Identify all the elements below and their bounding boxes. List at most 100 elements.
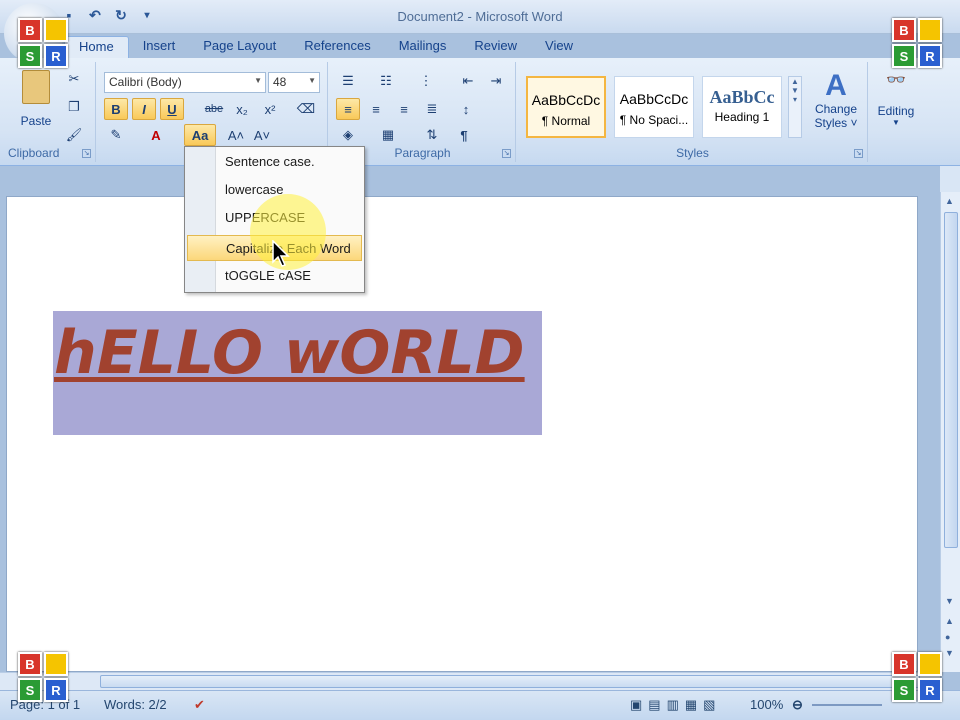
square-b: B	[18, 652, 42, 676]
square-y	[918, 652, 942, 676]
copy-icon[interactable]: ❐	[62, 96, 86, 118]
chevron-down-icon: ▼	[308, 76, 316, 85]
font-name-combo[interactable]: Calibri (Body) ▼	[104, 72, 266, 93]
square-r: R	[44, 678, 68, 702]
styles-scroll[interactable]: ▲ ▼ ▾	[788, 76, 802, 138]
shrink-font-button[interactable]: A˅	[250, 124, 274, 146]
clear-formatting-icon[interactable]: ⌫	[294, 98, 318, 120]
chevron-down-icon: ▼	[892, 118, 900, 127]
style-sample: AaBbCс	[709, 87, 775, 107]
zoom-level[interactable]: 100%	[750, 697, 783, 712]
horizontal-scroll-thumb[interactable]	[100, 675, 920, 688]
styles-launcher-icon[interactable]: ↘	[854, 149, 863, 158]
chevron-down-icon: ▼	[254, 76, 262, 85]
grow-font-button[interactable]: A˄	[224, 124, 248, 146]
editing-group: 👓 Editing ▼	[870, 62, 922, 162]
previous-page-icon[interactable]: ▲	[945, 616, 954, 626]
multilevel-list-icon[interactable]: ⋮	[414, 70, 438, 92]
clipboard-launcher-icon[interactable]: ↘	[82, 149, 91, 158]
numbering-icon[interactable]: ☷	[374, 70, 398, 92]
style-name: Heading 1	[714, 110, 770, 124]
align-center-icon[interactable]: ≡	[364, 98, 388, 120]
change-styles-button[interactable]: A Change Styles ˅	[808, 69, 864, 131]
style-heading-1[interactable]: AaBbCс Heading 1	[702, 76, 782, 138]
ribbon-tabs: Home Insert Page Layout References Maili…	[64, 36, 587, 58]
square-b: B	[18, 18, 42, 42]
square-y	[44, 652, 68, 676]
tab-insert[interactable]: Insert	[129, 36, 190, 58]
square-b: B	[892, 18, 916, 42]
increase-indent-icon[interactable]: ⇥	[484, 70, 508, 92]
scroll-up-icon[interactable]: ▲	[945, 196, 954, 206]
font-name-value: Calibri (Body)	[109, 75, 182, 89]
word-count[interactable]: Words: 2/2	[104, 697, 167, 712]
borders-icon[interactable]: ▦	[376, 124, 400, 146]
square-s: S	[18, 44, 42, 68]
proofing-icon[interactable]: ✔	[194, 697, 205, 713]
view-ruler-icon[interactable]	[940, 166, 960, 192]
sort-icon[interactable]: ⇅	[420, 124, 444, 146]
justify-icon[interactable]: ≣	[420, 98, 444, 120]
style-no-spacing[interactable]: AaBbCcDc ¶ No Spaci...	[614, 76, 694, 138]
tab-page-layout[interactable]: Page Layout	[189, 36, 290, 58]
tab-review[interactable]: Review	[460, 36, 531, 58]
overlay-squares-bottom-right: B S R	[892, 652, 942, 702]
underline-button[interactable]: U	[160, 98, 184, 120]
format-painter-icon[interactable]: 🖌	[62, 124, 86, 146]
style-sample: AaBbCcDc	[619, 91, 689, 107]
menu-item-sentence-case[interactable]: Sentence case.	[187, 149, 362, 175]
text-highlight-icon[interactable]: ✎	[104, 124, 128, 146]
binoculars-icon: 👓	[886, 72, 906, 89]
font-size-combo[interactable]: 48 ▼	[268, 72, 320, 93]
mouse-cursor-icon	[272, 240, 290, 267]
square-b: B	[892, 652, 916, 676]
paste-label: Paste	[20, 114, 52, 128]
view-buttons[interactable]: ▣▤▥▦▧	[630, 697, 721, 713]
next-page-icon[interactable]: ▼	[945, 648, 954, 658]
style-normal[interactable]: AaBbCcDc ¶ Normal	[526, 76, 606, 138]
change-styles-label-2: Styles ˅	[814, 116, 858, 130]
zoom-slider[interactable]	[812, 704, 882, 706]
cut-icon[interactable]: ✂	[62, 68, 86, 90]
italic-button[interactable]: I	[132, 98, 156, 120]
tab-view[interactable]: View	[531, 36, 587, 58]
style-name: ¶ No Spaci...	[619, 113, 689, 127]
window-title: Document2 - Microsoft Word	[397, 9, 563, 24]
editing-label: Editing	[877, 104, 915, 118]
square-r: R	[44, 44, 68, 68]
paste-button[interactable]: Paste	[16, 70, 56, 138]
line-spacing-icon[interactable]: ↕	[454, 98, 478, 120]
vertical-scrollbar[interactable]: ▲ ▼ ▲ ● ▼	[940, 192, 960, 672]
horizontal-scrollbar[interactable]	[0, 672, 940, 690]
overlay-squares-bottom-left: B S R	[18, 652, 68, 702]
paragraph-launcher-icon[interactable]: ↘	[502, 149, 511, 158]
font-color-icon[interactable]: A	[144, 124, 168, 146]
clipboard-group: Paste ✂ ❐ 🖌 Clipboard ↘	[4, 62, 96, 162]
show-hide-button[interactable]: ¶	[452, 124, 476, 146]
strikethrough-button[interactable]: abe	[202, 98, 226, 120]
square-r: R	[918, 44, 942, 68]
scroll-down-icon[interactable]: ▼	[945, 596, 954, 606]
editing-button[interactable]: 👓 Editing ▼	[870, 70, 922, 127]
zoom-out-icon[interactable]: ⊖	[792, 697, 803, 713]
align-left-icon[interactable]: ≡	[336, 98, 360, 120]
change-styles-label: Change	[814, 102, 858, 116]
tab-home[interactable]: Home	[64, 36, 129, 58]
change-case-button[interactable]: Aa	[184, 124, 216, 146]
decrease-indent-icon[interactable]: ⇤	[456, 70, 480, 92]
square-r: R	[918, 678, 942, 702]
superscript-button[interactable]: x²	[258, 98, 282, 120]
browse-object-icon[interactable]: ●	[945, 632, 950, 642]
bullets-icon[interactable]: ☰	[336, 70, 360, 92]
ribbon: Paste ✂ ❐ 🖌 Clipboard ↘ Calibri (Body) ▼…	[0, 58, 960, 166]
change-styles-icon: A	[825, 69, 847, 102]
document-text[interactable]: hELLO wORLD	[54, 318, 525, 388]
tab-references[interactable]: References	[290, 36, 384, 58]
shading-icon[interactable]: ◈	[336, 124, 360, 146]
vertical-scroll-thumb[interactable]	[944, 212, 958, 548]
tab-mailings[interactable]: Mailings	[385, 36, 461, 58]
bold-button[interactable]: B	[104, 98, 128, 120]
subscript-button[interactable]: x₂	[230, 98, 254, 120]
square-s: S	[18, 678, 42, 702]
align-right-icon[interactable]: ≡	[392, 98, 416, 120]
